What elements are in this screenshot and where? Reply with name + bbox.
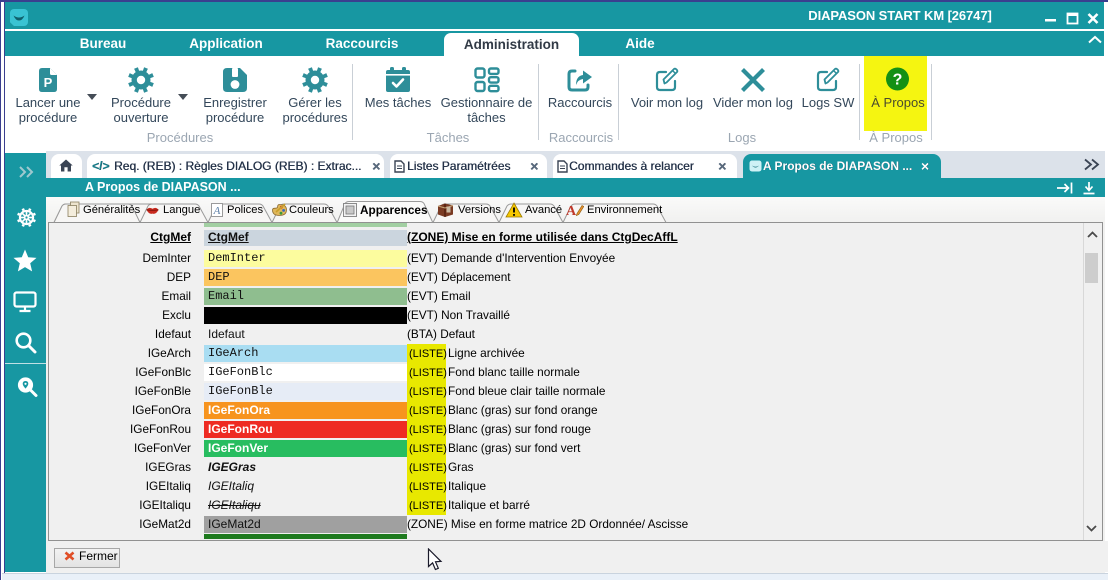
svg-text:P: P (44, 75, 53, 90)
svg-text:A: A (566, 204, 577, 218)
svg-text:?: ? (893, 72, 903, 89)
svg-text:A: A (213, 205, 221, 217)
